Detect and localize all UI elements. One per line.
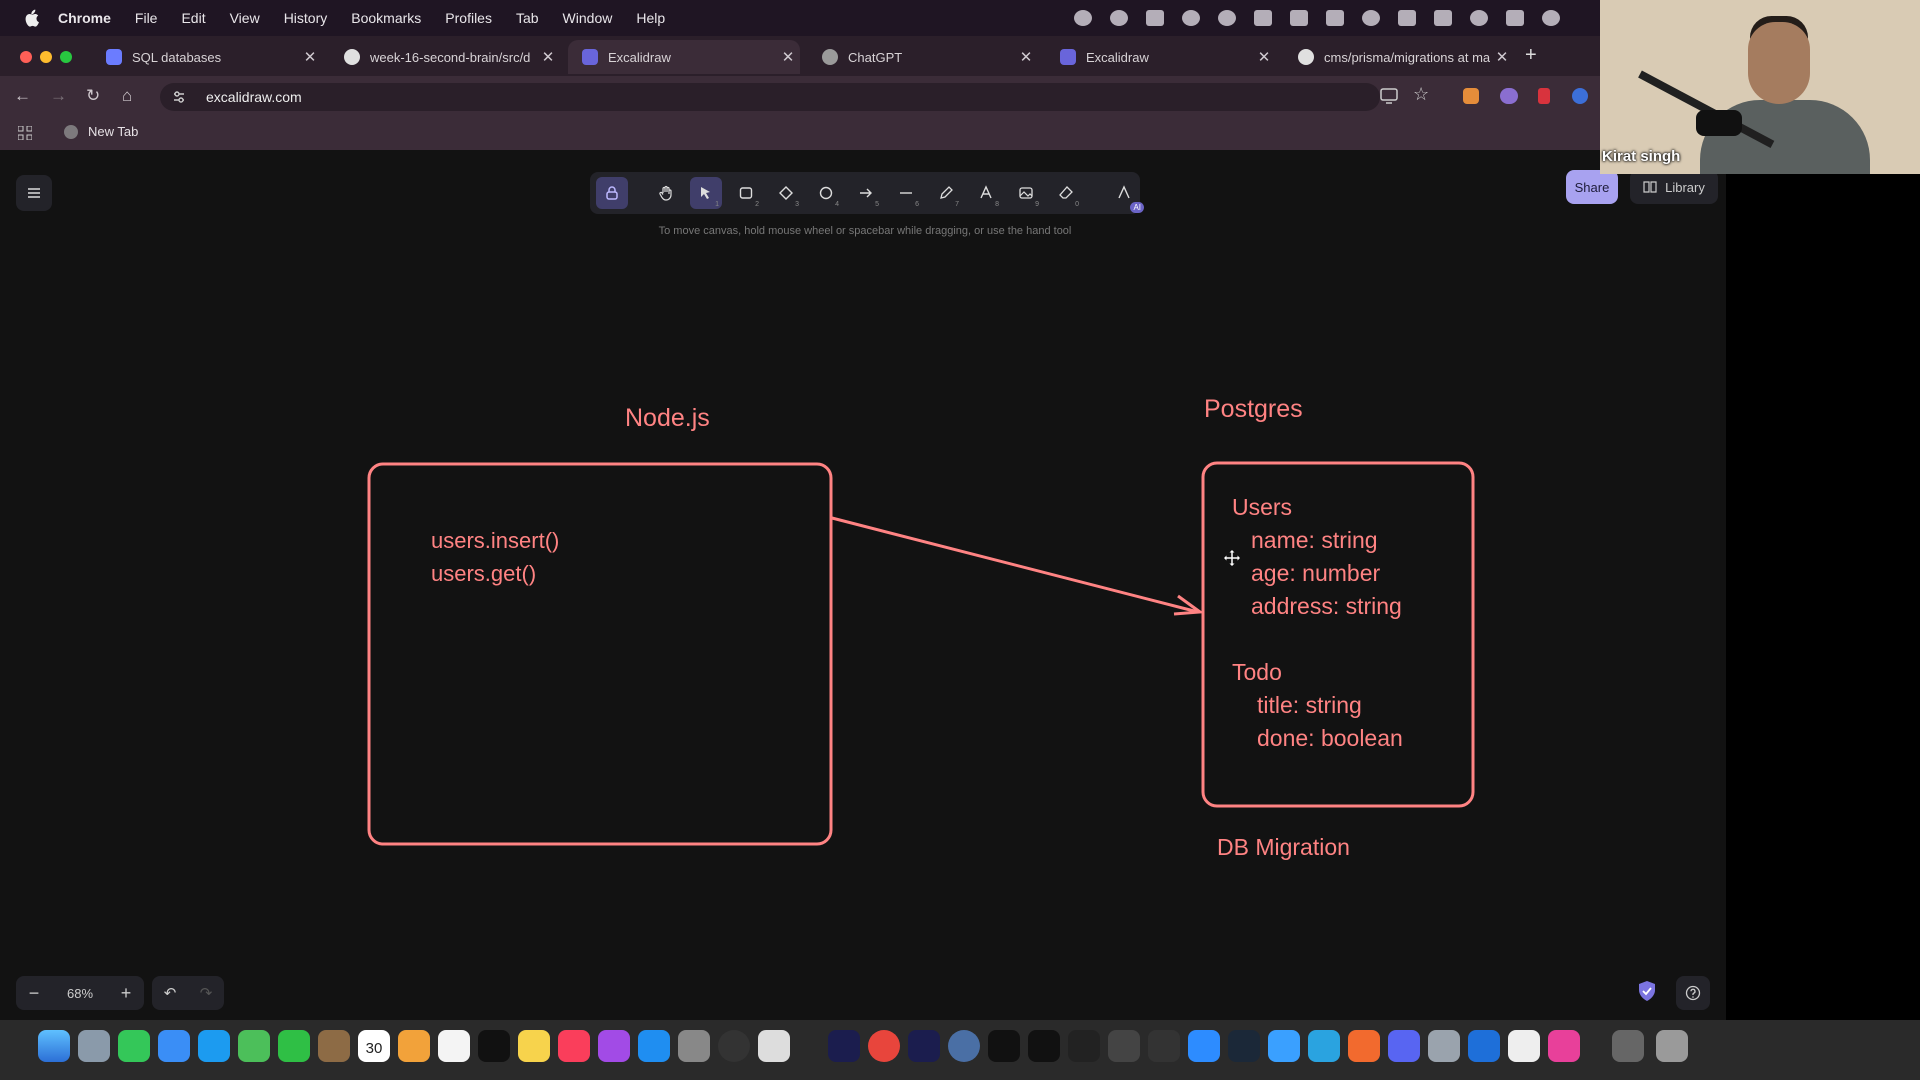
- postman-icon[interactable]: [1348, 1030, 1380, 1062]
- zoom-level[interactable]: 68%: [52, 986, 108, 1001]
- todo-heading[interactable]: Todo: [1232, 659, 1282, 686]
- schema-field[interactable]: age: number: [1251, 560, 1380, 587]
- move-cursor-icon: [1224, 550, 1240, 566]
- schema-field[interactable]: address: string: [1251, 593, 1402, 620]
- contacts-icon[interactable]: [318, 1030, 350, 1062]
- chrome-icon[interactable]: [868, 1030, 900, 1062]
- terminal-icon[interactable]: [1068, 1030, 1100, 1062]
- telegram-icon[interactable]: [1308, 1030, 1340, 1062]
- downloads-icon[interactable]: [1612, 1030, 1644, 1062]
- system-settings-icon[interactable]: [678, 1030, 710, 1062]
- app-icon[interactable]: [1428, 1030, 1460, 1062]
- premiere-pro-icon[interactable]: [908, 1030, 940, 1062]
- zoom-in-button[interactable]: +: [108, 983, 144, 1004]
- finder-icon[interactable]: [38, 1030, 70, 1062]
- microphone-icon: [1696, 110, 1742, 136]
- launchpad-icon[interactable]: [78, 1030, 110, 1062]
- app-icon[interactable]: [758, 1030, 790, 1062]
- zoom-icon[interactable]: [1188, 1030, 1220, 1062]
- webcam-name-label: Kirat singh: [1602, 148, 1681, 165]
- terminal-icon[interactable]: [988, 1030, 1020, 1062]
- code-line[interactable]: users.insert(): [431, 528, 559, 554]
- help-icon: [1685, 985, 1701, 1001]
- maps-icon[interactable]: [238, 1030, 270, 1062]
- music-icon[interactable]: [558, 1030, 590, 1062]
- reminders-icon[interactable]: [438, 1030, 470, 1062]
- nodejs-box[interactable]: [367, 462, 833, 846]
- zoom-group: − 68% +: [16, 976, 144, 1010]
- premiere-pro-icon[interactable]: [828, 1030, 860, 1062]
- schema-field[interactable]: title: string: [1257, 692, 1362, 719]
- apple-tv-icon[interactable]: [478, 1030, 510, 1062]
- redo-icon[interactable]: ↷: [188, 984, 224, 1002]
- steam-icon[interactable]: [1228, 1030, 1260, 1062]
- app-store-icon[interactable]: [638, 1030, 670, 1062]
- zoom-out-button[interactable]: −: [16, 983, 52, 1004]
- code-line[interactable]: users.get(): [431, 561, 536, 587]
- app-icon[interactable]: [948, 1030, 980, 1062]
- messages-icon[interactable]: [118, 1030, 150, 1062]
- db-migration-label[interactable]: DB Migration: [1217, 834, 1350, 861]
- shield-icon[interactable]: [1637, 980, 1657, 1002]
- postgres-title[interactable]: Postgres: [1204, 395, 1303, 424]
- photos-icon[interactable]: [398, 1030, 430, 1062]
- schema-field[interactable]: name: string: [1251, 527, 1378, 554]
- facetime-icon[interactable]: [278, 1030, 310, 1062]
- trash-icon[interactable]: [1656, 1030, 1688, 1062]
- help-button[interactable]: [1676, 976, 1710, 1010]
- activity-monitor-icon[interactable]: [1148, 1030, 1180, 1062]
- schema-field[interactable]: done: boolean: [1257, 725, 1403, 752]
- notes-icon[interactable]: [518, 1030, 550, 1062]
- vscode-icon[interactable]: [1468, 1030, 1500, 1062]
- app-icon[interactable]: [718, 1030, 750, 1062]
- arrowhead-icon: [1173, 594, 1205, 616]
- app-icon[interactable]: [1548, 1030, 1580, 1062]
- terminal-icon[interactable]: [1028, 1030, 1060, 1062]
- safari-icon[interactable]: [198, 1030, 230, 1062]
- undo-redo-group: ↶ ↷: [152, 976, 224, 1010]
- nodejs-title[interactable]: Node.js: [625, 404, 710, 433]
- podcasts-icon[interactable]: [598, 1030, 630, 1062]
- calendar-icon[interactable]: 30: [358, 1030, 390, 1062]
- users-heading[interactable]: Users: [1232, 494, 1292, 521]
- webcam-person: [1748, 22, 1810, 104]
- webcam-overlay: Kirat singh: [1600, 0, 1920, 174]
- connection-arrow[interactable]: [831, 516, 1199, 614]
- mail-icon[interactable]: [158, 1030, 190, 1062]
- piano-icon[interactable]: [1108, 1030, 1140, 1062]
- zoom-undo-controls: − 68% + ↶ ↷: [16, 976, 224, 1010]
- app-icon[interactable]: [1508, 1030, 1540, 1062]
- docker-icon[interactable]: [1268, 1030, 1300, 1062]
- undo-icon[interactable]: ↶: [152, 984, 188, 1002]
- discord-icon[interactable]: [1388, 1030, 1420, 1062]
